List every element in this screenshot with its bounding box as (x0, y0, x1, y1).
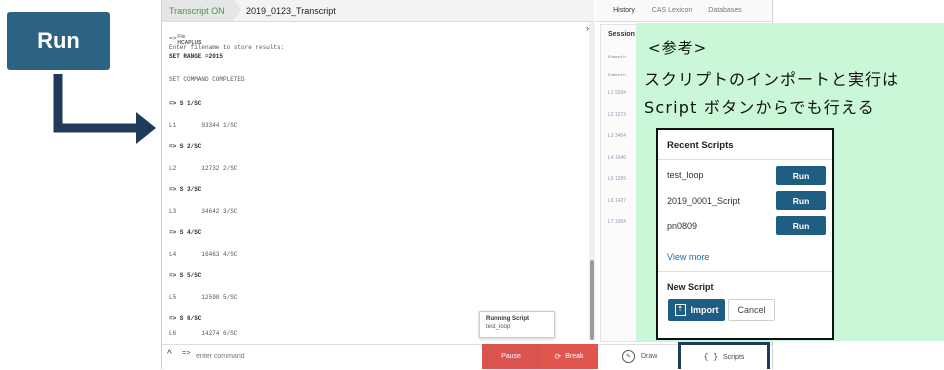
tab-history[interactable]: History (604, 0, 644, 21)
session-label: Session (608, 31, 635, 38)
break-button[interactable]: ⟳ Break (540, 344, 598, 369)
history-item[interactable]: L2 1273 (608, 112, 626, 118)
transcript-status-tab[interactable]: Transcript ON (162, 0, 234, 21)
divider (658, 271, 832, 272)
running-script-name: test_loop (486, 324, 511, 330)
transcript-result: L6 14274 6/SC (169, 330, 238, 337)
script-name[interactable]: test_loop (667, 170, 704, 180)
chevron-up-icon[interactable]: ^ (167, 349, 172, 360)
run-script-button[interactable]: Run (776, 216, 826, 235)
transcript-name-tab[interactable]: 2019_0123_Transcript (246, 0, 336, 21)
pause-button[interactable]: Pause (482, 344, 540, 369)
break-label: Break (565, 353, 584, 360)
history-item[interactable]: L4 1646 (608, 155, 626, 161)
history-entered: Entered H (608, 54, 627, 59)
scripts-button[interactable]: { } Scripts (678, 342, 770, 369)
note-line-2: Script ボタンからでも行える (644, 98, 875, 117)
history-entered: Entered H (608, 72, 627, 77)
history-item[interactable]: L3 3464 (608, 133, 626, 139)
transcript-command: => S 6/SC (169, 315, 202, 322)
draw-label: Draw (641, 352, 658, 360)
draw-button[interactable]: ✎ Draw (622, 346, 657, 366)
tab-databases[interactable]: Databases (698, 0, 752, 21)
transcript-result: L1 93344 1/SC (169, 122, 238, 129)
transcript-command: => S 4/SC (169, 229, 202, 236)
transcript-line: => (169, 35, 177, 42)
transcript-result: L4 16463 4/SC (169, 251, 238, 258)
history-item[interactable]: L1 9334 (608, 90, 626, 96)
transcript-result: L3 34642 3/SC (169, 208, 238, 215)
tab-cas-lexicon[interactable]: CAS Lexicon (647, 0, 697, 21)
running-script-title: Running Script (486, 316, 529, 322)
pencil-icon: ✎ (622, 349, 635, 363)
break-icon: ⟳ (554, 352, 562, 361)
history-item[interactable]: L5 1259 (608, 176, 626, 182)
scrollbar-thumb[interactable] (590, 260, 594, 340)
transcript-result: L2 12732 2/SC (169, 165, 238, 172)
annotation-arrow-icon (53, 74, 156, 144)
divider (658, 159, 832, 160)
prompt-arrow: => (182, 350, 191, 358)
script-name[interactable]: pn0809 (667, 221, 697, 231)
transcript-line: SET RANGE =2015 (169, 53, 224, 60)
transcript-command: => S 5/SC (169, 272, 202, 279)
transcript-line: Enter filename to store results: (169, 44, 285, 51)
note-line-1: スクリプトのインポートと実行は (644, 70, 900, 89)
note-title: <参考> (648, 39, 708, 57)
view-more-link[interactable]: View more (667, 252, 709, 262)
transcript-area: File HCAPLUS => Enter filename to store … (162, 22, 594, 340)
running-script-tooltip: Running Script test_loop (479, 311, 555, 338)
import-icon: ⇡ (674, 304, 686, 316)
transcript-command: => S 3/SC (169, 186, 202, 193)
cancel-button[interactable]: Cancel (728, 299, 775, 321)
transcript-line: SET COMMAND COMPLETED (169, 76, 245, 83)
new-script-label: New Script (667, 282, 714, 292)
scripts-label: Scripts (723, 353, 745, 361)
transcript-result: L5 12598 5/SC (169, 294, 238, 301)
script-name[interactable]: 2019_0001_Script (667, 196, 740, 206)
command-input[interactable] (194, 346, 468, 366)
transcript-command: => S 1/SC (169, 100, 202, 107)
import-button[interactable]: ⇡ Import (668, 299, 725, 321)
transcript-command: => S 2/SC (169, 143, 202, 150)
braces-icon: { } (703, 352, 718, 362)
history-item[interactable]: L7 1004 (608, 219, 626, 225)
recent-scripts-title: Recent Scripts (667, 140, 734, 151)
tab-chevron-icon (234, 0, 241, 20)
history-item[interactable]: L6 1427 (608, 198, 626, 204)
import-label: Import (690, 305, 719, 315)
run-script-button[interactable]: Run (776, 191, 826, 210)
run-script-button[interactable]: Run (776, 166, 826, 185)
